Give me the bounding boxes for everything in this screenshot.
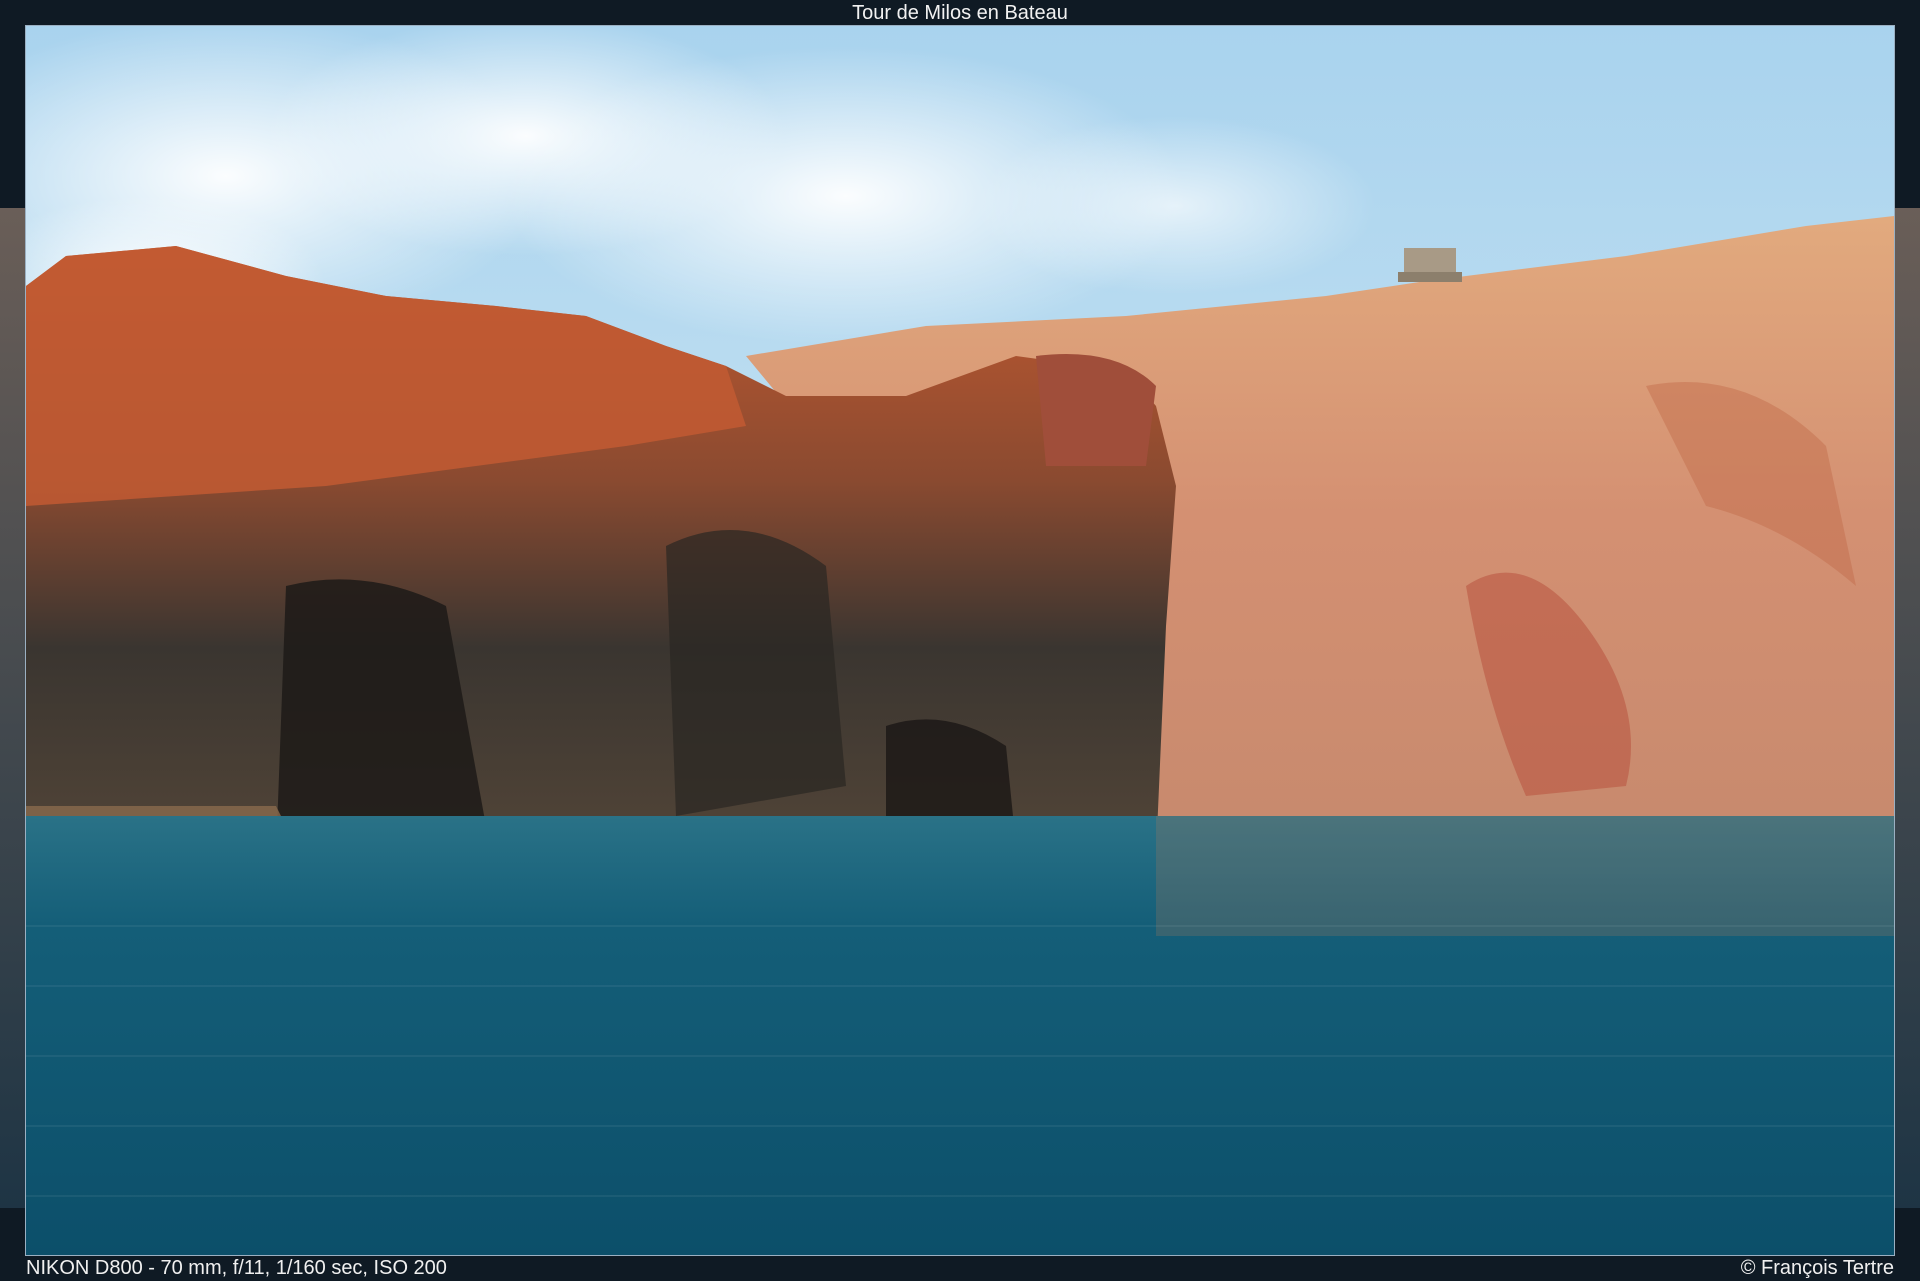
- photo-viewer: Tour de Milos en Bateau NIKON D800 - 70 …: [0, 0, 1920, 1281]
- landscape-photo: [26, 26, 1894, 1255]
- next-photo-edge[interactable]: [1894, 208, 1920, 1208]
- previous-photo-edge[interactable]: [0, 208, 26, 1208]
- exif-caption: NIKON D800 - 70 mm, f/11, 1/160 sec, ISO…: [26, 1257, 447, 1279]
- photo-frame[interactable]: [25, 25, 1895, 1256]
- photo-title: Tour de Milos en Bateau: [852, 2, 1068, 24]
- copyright-caption: © François Tertre: [1740, 1257, 1894, 1279]
